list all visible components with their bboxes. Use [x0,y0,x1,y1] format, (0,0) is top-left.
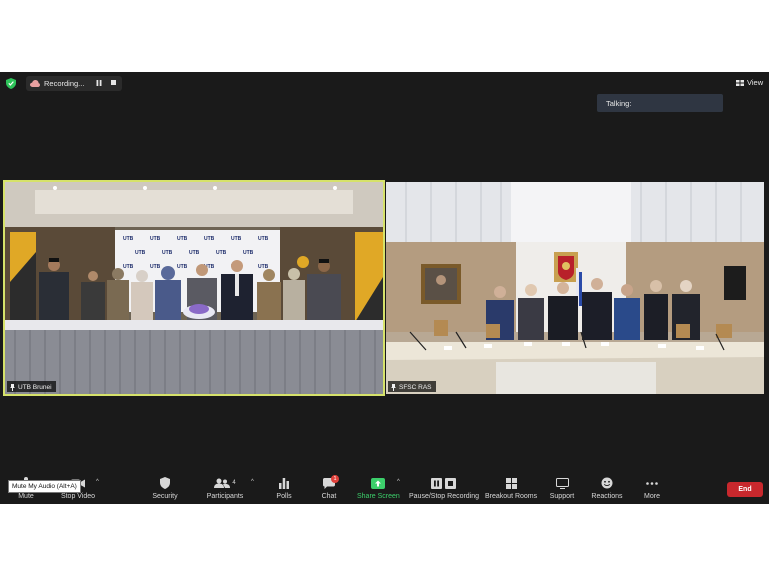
backdrop-logo-text: UTB [204,236,215,242]
stop-video-label: Stop Video [60,493,96,500]
zoom-meeting-window: Recording... View Talking: UTB UTB UTB U… [0,72,769,504]
backdrop-logo-text: UTB [258,264,269,270]
shield-icon [160,477,170,489]
video-options-caret-icon[interactable]: ^ [96,479,99,485]
reactions-emoji-icon [601,477,613,489]
reactions-button[interactable]: Reactions [591,476,623,500]
mute-label: Mute [18,493,34,500]
backdrop-logo-text: UTB [135,250,146,256]
recording-indicator: Recording... [26,76,122,91]
reactions-label: Reactions [591,493,623,500]
participant-name-tag: SFSC RAS [388,381,436,392]
backdrop-logo-text: UTB [150,264,161,270]
video-feed-utb: UTB UTB UTB UTB UTB UTB UTB UTB UTB UTB … [5,182,383,394]
backdrop-logo-text: UTB [162,250,173,256]
share-options-caret-icon[interactable]: ^ [397,479,400,485]
view-label: View [747,78,764,87]
participant-name: UTB Brunei [18,384,52,391]
participants-button[interactable]: 4 Participants [205,476,245,500]
pause-recording-icon[interactable] [96,80,102,86]
video-tile-utb-brunei[interactable]: UTB UTB UTB UTB UTB UTB UTB UTB UTB UTB … [3,180,385,396]
polls-label: Polls [276,493,292,500]
share-screen-button[interactable]: Share Screen [357,476,400,500]
security-button[interactable]: Security [151,476,179,500]
participant-name: SFSC RAS [399,384,432,391]
backdrop-logo-text: UTB [243,250,254,256]
backdrop-logo-text: UTB [150,236,161,242]
polls-button[interactable]: Polls [273,476,295,500]
pause-stop-recording-label: Pause/Stop Recording [409,493,480,500]
participants-options-caret-icon[interactable]: ^ [251,479,254,485]
talking-indicator: Talking: [597,94,723,112]
grid-view-icon [736,79,744,86]
pin-icon [391,384,396,391]
participants-label: Participants [206,493,244,500]
participants-icon [214,478,231,488]
backdrop-logo-text: UTB [123,264,134,270]
backdrop-logo-text: UTB [177,236,188,242]
meeting-toolbar: Mute Stop Video ^ Security 4 Participant… [0,472,769,504]
backdrop-logo-text: UTB [123,236,134,242]
pause-stop-recording-button[interactable]: Pause/Stop Recording [409,476,479,500]
more-dots-icon [646,481,658,485]
support-label: Support [549,493,575,500]
backdrop-logo-text: UTB [189,250,200,256]
view-button[interactable]: View [736,78,763,87]
cloud-icon [30,80,40,87]
shield-icon[interactable] [6,78,16,89]
participants-count: 4 [232,480,236,486]
mute-tooltip: Mute My Audio (Alt+A) [8,480,81,493]
participant-name-tag: UTB Brunei [7,381,56,392]
breakout-rooms-button[interactable]: Breakout Rooms [485,476,537,500]
pause-stop-recording-icon [431,477,456,489]
backdrop-logo-text: UTB [177,264,188,270]
backdrop-logo-text: UTB [216,250,227,256]
video-tile-sfsc-ras[interactable]: SFSC RAS [386,182,764,394]
backdrop-logo-text: UTB [231,236,242,242]
chat-unread-badge: 1 [331,475,339,483]
share-screen-label: Share Screen [357,493,400,500]
video-feed-sfsc [386,182,764,394]
chat-label: Chat [321,493,337,500]
stop-recording-icon[interactable] [111,80,116,85]
breakout-rooms-icon [505,477,517,489]
polls-icon [279,477,289,489]
support-icon [555,477,569,489]
security-label: Security [152,493,178,500]
share-screen-icon [371,477,385,489]
backdrop-logo-text: UTB [258,236,269,242]
more-button[interactable]: More [640,476,664,500]
support-button[interactable]: Support [547,476,577,500]
pin-icon [10,384,15,391]
recording-label: Recording... [44,79,85,88]
breakout-rooms-label: Breakout Rooms [485,493,538,500]
more-label: More [644,493,660,500]
end-meeting-button[interactable]: End [727,482,763,497]
